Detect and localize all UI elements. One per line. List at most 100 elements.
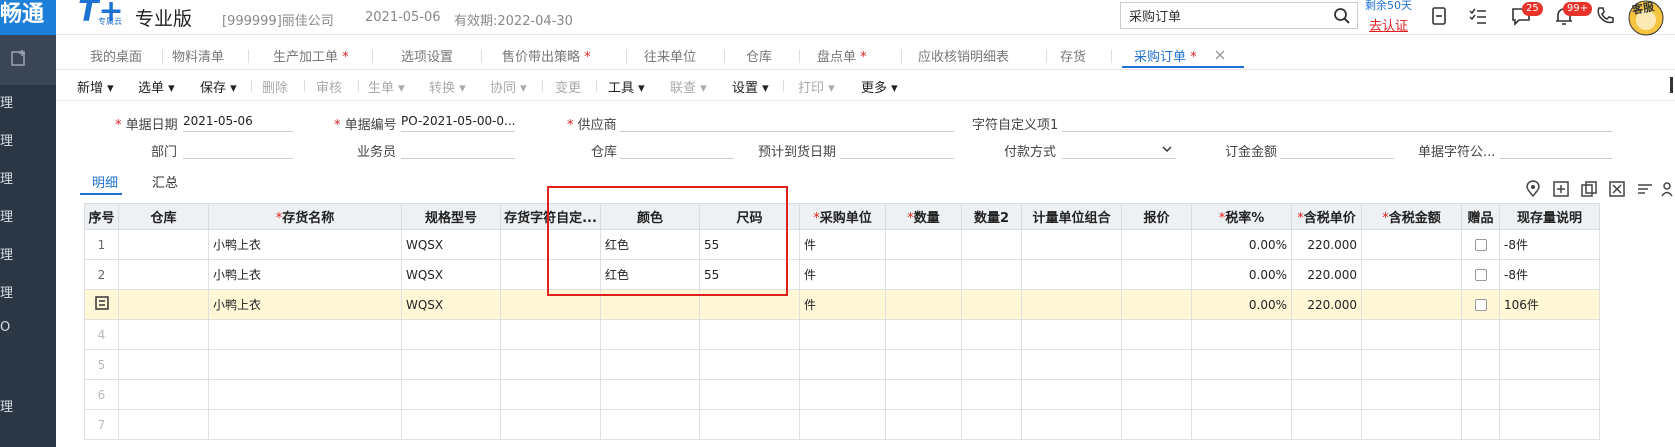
- cell-size[interactable]: [699, 349, 800, 380]
- location-icon[interactable]: [1524, 180, 1542, 198]
- checklist-icon[interactable]: [1467, 5, 1489, 27]
- table-row[interactable]: 5: [84, 349, 1600, 380]
- cell-custom[interactable]: [500, 349, 601, 380]
- cell-quote[interactable]: [1121, 319, 1192, 350]
- cell-tax-amount[interactable]: [1361, 289, 1462, 320]
- cell-spec[interactable]: WQSX: [401, 229, 501, 260]
- cell-size[interactable]: [699, 379, 800, 410]
- payment-select[interactable]: [1062, 139, 1176, 159]
- table-row[interactable]: 2 小鸭上衣 WQSX 红色 55 件 0.00% 220.000 -8件: [84, 259, 1600, 290]
- cell-gift[interactable]: [1461, 349, 1500, 380]
- cell-warehouse[interactable]: [118, 229, 209, 260]
- phone-icon[interactable]: [1594, 5, 1616, 27]
- cell-unit[interactable]: 件: [799, 289, 886, 320]
- cell-qty[interactable]: [885, 409, 962, 440]
- cell-unit[interactable]: [799, 319, 886, 350]
- add-page-icon[interactable]: [10, 49, 28, 67]
- toolbar-more-button[interactable]: 更多 ▾: [861, 77, 898, 96]
- cell-tax-rate[interactable]: [1191, 319, 1292, 350]
- cell-stock-note[interactable]: -8件: [1499, 229, 1600, 260]
- doc-date-field[interactable]: 2021-05-06: [183, 112, 293, 132]
- cell-seq[interactable]: 6: [84, 379, 119, 410]
- cell-size[interactable]: [699, 289, 800, 320]
- user-settings-icon[interactable]: [1660, 180, 1675, 198]
- tab-inventory[interactable]: 存货: [1060, 46, 1086, 65]
- cell-color[interactable]: [600, 379, 700, 410]
- cell-color[interactable]: 红色: [600, 229, 700, 260]
- cell-qty[interactable]: [885, 379, 962, 410]
- cell-unit[interactable]: 件: [799, 229, 886, 260]
- cell-tax-price[interactable]: [1291, 319, 1362, 350]
- cell-item-name[interactable]: 小鸭上衣: [208, 259, 402, 290]
- cell-qty[interactable]: [885, 259, 962, 290]
- cell-size[interactable]: [699, 319, 800, 350]
- cell-tax-price[interactable]: [1291, 349, 1362, 380]
- tab-bom[interactable]: 物料清单: [172, 46, 224, 65]
- col-header[interactable]: 数量2: [961, 203, 1022, 230]
- cell-qty[interactable]: [885, 349, 962, 380]
- tab-partners[interactable]: 往来单位: [644, 46, 696, 65]
- cell-spec[interactable]: [401, 349, 501, 380]
- tab-price-strategy[interactable]: 售价带出策略 *: [502, 46, 591, 65]
- tab-desktop[interactable]: 我的桌面: [90, 46, 142, 65]
- table-row[interactable]: 6: [84, 379, 1600, 410]
- rail-item[interactable]: 理: [0, 130, 56, 150]
- insert-row-icon[interactable]: [1552, 180, 1570, 198]
- col-header[interactable]: 仓库: [118, 203, 209, 230]
- salesman-field[interactable]: [401, 139, 515, 159]
- col-header[interactable]: 规格型号: [401, 203, 501, 230]
- cell-gift[interactable]: [1461, 409, 1500, 440]
- tab-receivable-detail[interactable]: 应收核销明细表: [918, 46, 1009, 65]
- toolbar-new-button[interactable]: 新增 ▾: [77, 77, 114, 96]
- table-row[interactable]: 4: [84, 319, 1600, 350]
- cell-qty2[interactable]: [961, 319, 1022, 350]
- cell-warehouse[interactable]: [118, 319, 209, 350]
- cell-gift[interactable]: [1461, 379, 1500, 410]
- cell-qty2[interactable]: [961, 409, 1022, 440]
- toolbar-change-button[interactable]: 变更: [555, 77, 581, 96]
- cell-quote[interactable]: [1121, 349, 1192, 380]
- search-icon[interactable]: [1333, 7, 1351, 25]
- cell-seq[interactable]: [84, 289, 119, 320]
- toolbar-audit-button[interactable]: 审核: [316, 77, 342, 96]
- cell-tax-amount[interactable]: [1361, 409, 1462, 440]
- rail-item[interactable]: 理: [0, 396, 56, 416]
- notification-button[interactable]: 99+: [1553, 2, 1593, 27]
- cell-unit-group[interactable]: [1021, 229, 1122, 260]
- cell-quote[interactable]: [1121, 409, 1192, 440]
- tab-options[interactable]: 选项设置: [401, 46, 453, 65]
- cell-tax-rate[interactable]: 0.00%: [1191, 289, 1292, 320]
- expected-date-field[interactable]: [840, 139, 954, 159]
- col-header[interactable]: 计量单位组合: [1021, 203, 1122, 230]
- toolbar-convert-button[interactable]: 转换 ▾: [429, 77, 466, 96]
- col-header[interactable]: *税率%: [1191, 203, 1292, 230]
- cell-unit-group[interactable]: [1021, 379, 1122, 410]
- cell-custom[interactable]: [500, 289, 601, 320]
- gift-checkbox[interactable]: [1474, 239, 1487, 251]
- cell-seq[interactable]: 1: [84, 229, 119, 260]
- toolbar-generate-button[interactable]: 生单 ▾: [368, 77, 405, 96]
- cell-tax-amount[interactable]: [1361, 259, 1462, 290]
- cell-quote[interactable]: [1121, 229, 1192, 260]
- cell-qty[interactable]: [885, 289, 962, 320]
- cell-qty2[interactable]: [961, 379, 1022, 410]
- cell-item-name[interactable]: [208, 349, 402, 380]
- cell-tax-price[interactable]: 220.000: [1291, 289, 1362, 320]
- cell-gift[interactable]: [1461, 229, 1500, 260]
- search-input[interactable]: [1121, 3, 1321, 28]
- message-button[interactable]: 25: [1510, 2, 1543, 27]
- tab-production-order[interactable]: 生产加工单 *: [273, 46, 349, 65]
- toolbar-tools-button[interactable]: 工具 ▾: [608, 77, 645, 96]
- cell-item-name[interactable]: [208, 409, 402, 440]
- col-header[interactable]: *含税金额: [1361, 203, 1462, 230]
- cell-tax-rate[interactable]: 0.00%: [1191, 259, 1292, 290]
- cell-tax-rate[interactable]: [1191, 349, 1292, 380]
- col-header[interactable]: *采购单位: [799, 203, 886, 230]
- table-row[interactable]: 1 小鸭上衣 WQSX 红色 55 件 0.00% 220.000 -8件: [84, 229, 1600, 260]
- filter-icon[interactable]: [1636, 180, 1654, 198]
- cell-item-name[interactable]: 小鸭上衣: [208, 229, 402, 260]
- cell-color[interactable]: [600, 349, 700, 380]
- cell-color[interactable]: [600, 289, 700, 320]
- cell-spec[interactable]: WQSX: [401, 259, 501, 290]
- cell-qty2[interactable]: [961, 229, 1022, 260]
